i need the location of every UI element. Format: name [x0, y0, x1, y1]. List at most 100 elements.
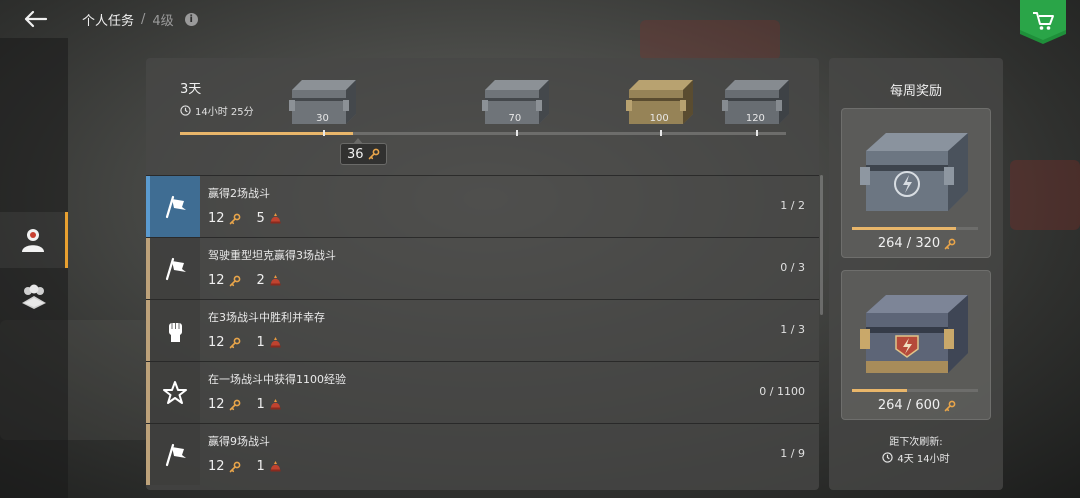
task-icon-box: [146, 424, 200, 485]
task-rewards: 12 5: [208, 211, 282, 226]
weekly-chest-count: 264 / 320: [842, 236, 992, 251]
task-token-reward: 1: [256, 397, 265, 412]
weekly-chest-card[interactable]: 264 / 600: [841, 270, 991, 420]
helmet-token-icon: [270, 399, 281, 410]
task-progress: 1 / 3: [780, 323, 805, 336]
key-icon: [368, 148, 379, 160]
task-title: 赢得9场战斗: [208, 435, 270, 448]
background-shape: [1010, 160, 1080, 230]
helmet-token-icon: [270, 337, 281, 348]
task-progress: 1 / 2: [780, 199, 805, 212]
task-body: 赢得9场战斗 12 1: [208, 433, 282, 474]
info-icon[interactable]: i: [184, 13, 198, 26]
sidebar: [0, 38, 68, 498]
task-list: 赢得2场战斗 12 5 1 / 2 驾驶重型坦克赢得3场战斗 12 2 0 / 3 在3场战斗中…: [146, 175, 819, 485]
fist-icon: [169, 322, 182, 342]
task-key-reward: 12: [208, 397, 225, 412]
milestone-value: 30: [316, 113, 329, 124]
weekly-title: 每周奖励: [889, 84, 942, 99]
task-body: 驾驶重型坦克赢得3场战斗 12 2: [208, 247, 336, 288]
progress-section: 3天 14小时 25分 30 70 100 120 36: [146, 58, 819, 176]
current-points: 36: [347, 146, 364, 162]
milestone-value: 70: [508, 113, 522, 124]
key-icon: [229, 399, 240, 410]
weekly-chest-progress-fill: [852, 227, 956, 230]
task-row[interactable]: 驾驶重型坦克赢得3场战斗 12 2 0 / 3: [146, 237, 819, 299]
clock-icon: [882, 452, 894, 463]
task-icon-box: [146, 362, 200, 423]
breadcrumb: 个人任务 / 4级 i: [82, 10, 198, 29]
steel-chest-icon: [860, 133, 968, 211]
refresh-timer: 4天 14小时: [829, 450, 1003, 465]
task-key-reward: 12: [208, 335, 225, 350]
task-key-reward: 12: [208, 273, 225, 288]
weekly-rewards-panel: 每周奖励 264 / 320 264 / 600 距下次刷新: 4天 14小时: [829, 58, 1003, 490]
helmet-token-icon: [270, 213, 281, 224]
flag-icon: [165, 443, 186, 466]
timer: 14小时 25分: [180, 103, 254, 118]
clock-icon: [180, 105, 191, 116]
task-row[interactable]: 在一场战斗中获得1100经验 12 1 0 / 1100: [146, 361, 819, 423]
key-icon: [229, 337, 240, 348]
current-points-badge: 36: [340, 138, 387, 165]
task-list-scrollbar[interactable]: [820, 175, 823, 315]
task-title: 在3场战斗中胜利并幸存: [208, 311, 325, 324]
refresh-label: 距下次刷新:: [889, 437, 943, 448]
task-key-reward: 12: [208, 211, 225, 226]
task-title: 在一场战斗中获得1100经验: [208, 373, 346, 386]
helmet-token-icon: [270, 461, 281, 472]
key-icon: [229, 213, 240, 224]
weekly-chest-count-text: 264 / 320: [877, 236, 941, 251]
task-progress: 0 / 1100: [759, 385, 805, 398]
back-arrow-icon: [24, 10, 48, 28]
sidebar-item-personal[interactable]: [0, 212, 68, 268]
task-key-reward: 12: [208, 459, 225, 474]
task-token-reward: 2: [256, 273, 265, 288]
task-body: 在3场战斗中胜利并幸存 12 1: [208, 309, 325, 350]
sidebar-item-team[interactable]: [0, 268, 68, 324]
weekly-chest-count-text: 264 / 600: [877, 398, 941, 413]
task-rewards: 12 2: [208, 273, 336, 288]
task-icon-box: [146, 176, 200, 237]
milestone-tick: [323, 130, 326, 136]
premium-chest-icon: [860, 295, 968, 373]
shop-button[interactable]: [1020, 0, 1066, 44]
milestone-value: 120: [745, 113, 765, 124]
period-label: 3天: [180, 82, 202, 97]
helmet-token-icon: [270, 275, 281, 286]
task-token-reward: 1: [256, 335, 265, 350]
flag-icon: [165, 257, 186, 280]
task-progress: 1 / 9: [780, 447, 805, 460]
top-bar: 个人任务 / 4级 i: [0, 0, 1080, 44]
progress-fill: [180, 132, 354, 135]
task-row[interactable]: 赢得2场战斗 12 5 1 / 2: [146, 175, 819, 237]
missions-panel: 3天 14小时 25分 30 70 100 120 36 赢得2场战斗 12 5 1 / 2…: [146, 58, 819, 490]
breadcrumb-level: 4级: [152, 14, 174, 29]
task-body: 在一场战斗中获得1100经验 12 1: [208, 371, 346, 412]
task-progress: 0 / 3: [780, 261, 805, 274]
milestone-value: 100: [649, 113, 669, 124]
refresh-time-text: 4天 14小时: [897, 454, 950, 465]
task-token-reward: 5: [256, 211, 265, 226]
task-title: 赢得2场战斗: [208, 187, 270, 200]
task-row[interactable]: 在3场战斗中胜利并幸存 12 1 1 / 3: [146, 299, 819, 361]
task-icon-box: [146, 238, 200, 299]
task-body: 赢得2场战斗 12 5: [208, 185, 282, 226]
key-icon: [944, 238, 956, 249]
key-icon: [944, 400, 956, 411]
task-rewards: 12 1: [208, 397, 346, 412]
weekly-chest-progress-fill: [852, 389, 908, 392]
task-rewards: 12 1: [208, 459, 282, 474]
milestone-tick: [515, 130, 518, 136]
weekly-chest-progress: [852, 227, 978, 230]
task-token-reward: 1: [256, 459, 265, 474]
key-icon: [229, 461, 240, 472]
weekly-chest-progress: [852, 389, 978, 392]
back-button[interactable]: [22, 6, 50, 32]
milestone-tick: [659, 130, 662, 136]
key-icon: [229, 275, 240, 286]
progress-track: [180, 132, 786, 135]
breadcrumb-separator: /: [141, 12, 146, 27]
weekly-chest-card[interactable]: 264 / 320: [841, 108, 991, 258]
task-row[interactable]: 赢得9场战斗 12 1 1 / 9: [146, 423, 819, 485]
